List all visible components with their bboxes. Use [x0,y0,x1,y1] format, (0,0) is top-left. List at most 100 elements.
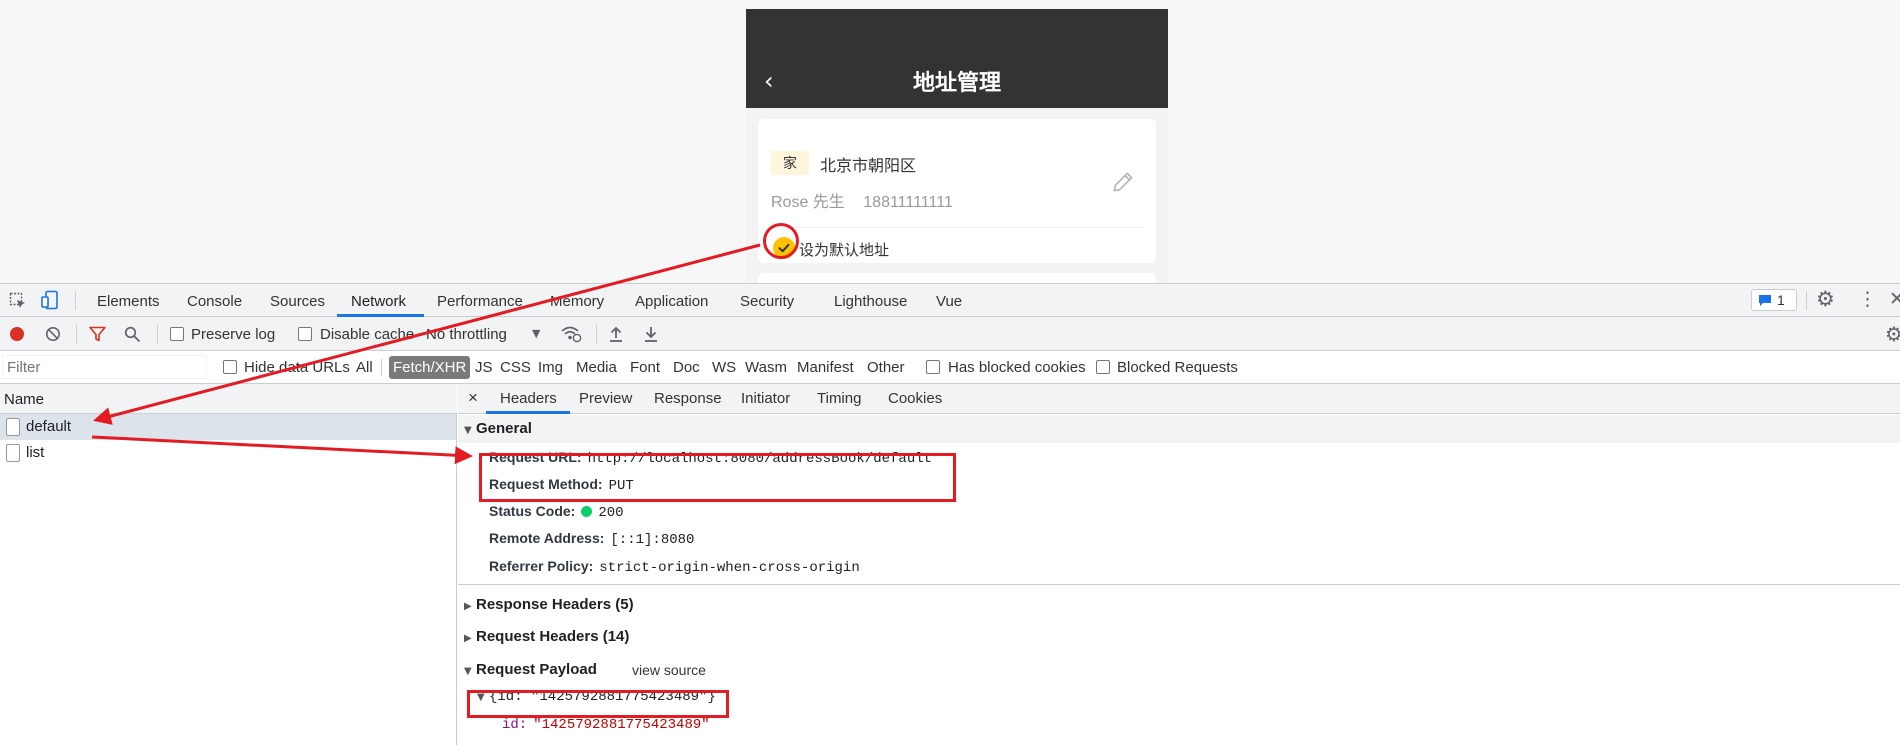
request-method-value: PUT [608,478,634,494]
has-blocked-cookies-checkbox[interactable] [926,360,940,374]
message-icon [1759,295,1771,306]
network-conditions-icon[interactable] [560,325,582,343]
remote-address-key: Remote Address: [489,530,605,546]
issues-button[interactable]: 1 [1751,289,1797,311]
detail-tabs: × Headers Preview Response Initiator Tim… [458,384,1900,414]
triangle-right-icon: ▶ [464,633,472,644]
payload-summary: {id: "1425792881775423489"} [489,689,716,705]
devtools-tabbar: Elements Console Sources Network Perform… [0,284,1900,317]
default-address-checkbox[interactable] [773,237,795,259]
pencil-icon[interactable] [1110,169,1136,195]
tab-response[interactable]: Response [654,390,722,407]
tab-application[interactable]: Application [635,293,708,310]
check-icon [778,243,790,253]
request-row-default[interactable]: default [0,414,456,440]
filter-type-ws[interactable]: WS [712,359,736,376]
filter-type-manifest[interactable]: Manifest [797,359,854,376]
request-details: × Headers Preview Response Initiator Tim… [458,384,1900,745]
filter-type-img[interactable]: Img [538,359,563,376]
filter-bar: Hide data URLs All Fetch/XHR JS CSS Img … [0,351,1900,384]
issues-count: 1 [1777,292,1785,308]
address-tag: 家 [771,151,809,175]
mobile-preview: ‹ 地址管理 家 北京市朝阳区 Rose 先生 18811111111 设为默认… [746,9,1168,283]
contact-name: Rose 先生 [771,194,845,211]
clear-icon[interactable] [45,326,61,342]
filter-type-js[interactable]: JS [475,359,493,376]
upload-icon[interactable] [608,325,624,343]
tab-cookies[interactable]: Cookies [888,390,942,407]
payload-key: id: [502,717,528,733]
filter-type-other[interactable]: Other [867,359,905,376]
more-options-icon[interactable]: ⋮ [1858,288,1877,310]
download-icon[interactable] [643,325,659,343]
request-name: default [26,418,72,435]
address-card [758,273,1156,283]
close-icon[interactable]: ✕ [1889,288,1900,310]
tab-security[interactable]: Security [740,293,794,310]
tab-network[interactable]: Network [351,293,406,310]
close-icon[interactable]: × [468,388,478,408]
name-column-label: Name [4,391,45,408]
tab-console[interactable]: Console [187,293,242,310]
inspect-icon[interactable] [9,292,27,310]
tab-initiator[interactable]: Initiator [741,390,790,407]
referrer-policy-row: Referrer Policy: strict-origin-when-cross… [489,558,860,576]
tab-preview[interactable]: Preview [579,390,632,407]
gear-icon[interactable]: ⚙ [1885,322,1900,346]
response-headers-section[interactable]: ▶ Response Headers (5) [458,593,1900,617]
triangle-right-icon: ▶ [464,601,472,612]
filter-type-css[interactable]: CSS [500,359,531,376]
tab-lighthouse[interactable]: Lighthouse [834,293,907,310]
preserve-log-checkbox[interactable] [170,327,184,341]
request-row-list[interactable]: list [0,440,456,466]
tab-memory[interactable]: Memory [550,293,604,310]
tab-sources[interactable]: Sources [270,293,325,310]
separator [76,325,77,344]
active-tab-indicator [486,411,570,414]
record-icon[interactable] [10,327,24,341]
separator [596,325,597,344]
filter-input[interactable] [2,355,207,379]
filter-type-font[interactable]: Font [630,359,660,376]
filter-type-fetch-xhr[interactable]: Fetch/XHR [389,356,471,379]
filter-type-doc[interactable]: Doc [673,359,700,376]
tab-vue[interactable]: Vue [936,293,962,310]
tab-timing[interactable]: Timing [817,390,861,407]
document-icon [6,444,20,462]
request-payload-section[interactable]: ▼ Request Payload view source [458,658,1900,682]
name-column-header[interactable]: Name [0,384,457,414]
phone-header: ‹ 地址管理 [746,9,1168,108]
filter-type-media[interactable]: Media [576,359,617,376]
triangle-down-icon: ▼ [464,666,472,677]
tab-headers[interactable]: Headers [500,390,557,407]
filter-type-all[interactable]: All [356,359,373,376]
remote-address-row: Remote Address: [::1]:8080 [489,530,694,548]
blocked-requests-checkbox[interactable] [1096,360,1110,374]
device-toolbar-icon[interactable] [41,290,59,310]
default-address-label[interactable]: 设为默认地址 [799,239,889,260]
network-toolbar: Preserve log Disable cache No throttling… [0,317,1900,351]
general-section-header[interactable]: ▼ General [458,415,1900,443]
tab-performance[interactable]: Performance [437,293,523,310]
filter-type-wasm[interactable]: Wasm [745,359,787,376]
chevron-down-icon: ▼ [532,327,541,340]
throttling-select[interactable]: No throttling ▼ [424,322,546,346]
view-source-link[interactable]: view source [632,658,706,682]
separator [157,325,158,344]
search-icon[interactable] [124,326,141,343]
blocked-requests-label: Blocked Requests [1117,359,1238,376]
hide-data-urls-checkbox[interactable] [223,360,237,374]
request-url-value: http://localhost:8080/addressBook/defaul… [587,451,933,467]
payload-value: "1425792881775423489" [533,717,710,733]
status-code-value: 200 [598,505,624,521]
request-method-row: Request Method: PUT [489,476,634,494]
filter-icon[interactable] [89,326,106,342]
gear-icon[interactable]: ⚙ [1816,287,1835,311]
payload-summary-row[interactable]: ▼ {id: "1425792881775423489"} [477,687,716,705]
disable-cache-checkbox[interactable] [298,327,312,341]
request-headers-section[interactable]: ▶ Request Headers (14) [458,625,1900,649]
request-headers-title: Request Headers (14) [476,628,630,645]
tab-elements[interactable]: Elements [97,293,160,310]
request-url-key: Request URL: [489,449,582,465]
request-list: Name default list [0,384,457,745]
